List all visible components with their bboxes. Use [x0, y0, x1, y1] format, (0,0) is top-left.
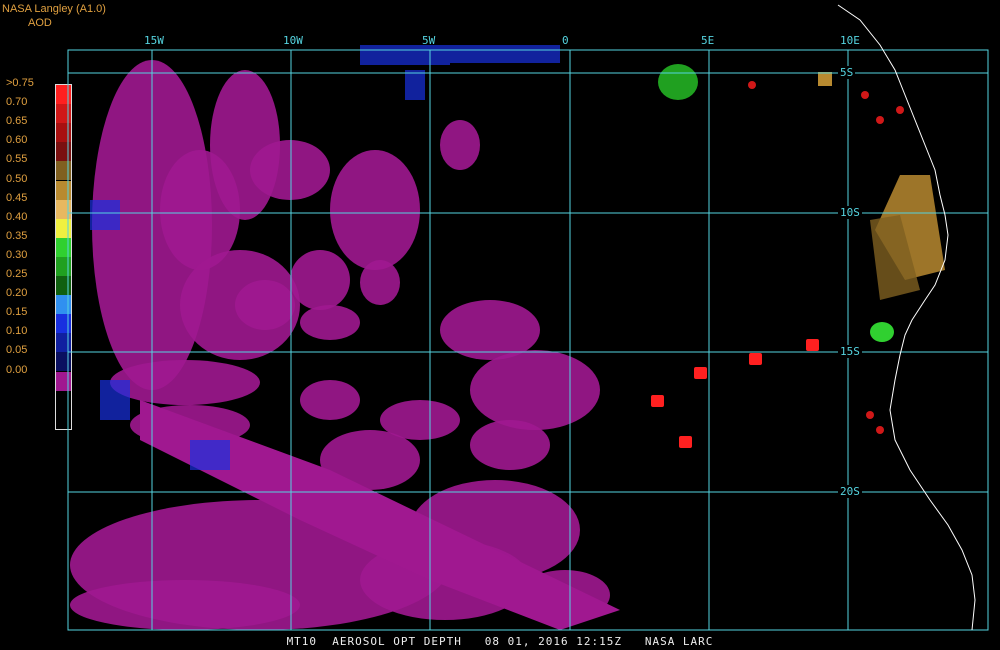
aod-patch — [470, 350, 600, 430]
aod-patch-blue — [90, 200, 120, 230]
aod-patch-blue — [450, 45, 560, 63]
latitude-label: 15S — [838, 345, 862, 358]
aod-high-pixel — [806, 339, 819, 351]
aod-dot — [876, 116, 884, 124]
latitude-label: 20S — [838, 485, 862, 498]
aod-dot — [748, 81, 756, 89]
aod-patch-green — [658, 64, 698, 100]
longitude-label: 10W — [283, 34, 303, 47]
aod-patch-blue — [190, 440, 230, 470]
longitude-label: 5E — [701, 34, 715, 47]
aerosol-field — [70, 45, 945, 630]
longitude-label: 10E — [840, 34, 860, 47]
aod-patch-blue — [100, 380, 130, 420]
aod-patch-green — [870, 322, 894, 342]
longitude-label: 15W — [144, 34, 164, 47]
latitude-label: 5S — [838, 66, 856, 79]
aod-patch-blue — [405, 70, 425, 100]
latitude-label: 10S — [838, 206, 862, 219]
africa-coastline — [837, 4, 976, 631]
aod-high-pixel — [749, 353, 762, 365]
aod-patch — [300, 380, 360, 420]
aod-dot — [896, 106, 904, 114]
aod-high-pixel — [694, 367, 707, 379]
aod-map — [67, 4, 989, 631]
aod-dot — [861, 91, 869, 99]
aod-patch — [110, 360, 260, 405]
aod-high-pixel — [651, 395, 664, 407]
aod-patch — [70, 580, 300, 630]
aod-patch — [380, 400, 460, 440]
aod-patch-blue — [360, 45, 450, 65]
aod-dot — [876, 426, 884, 434]
aod-dot — [866, 411, 874, 419]
longitude-label: 5W — [422, 34, 436, 47]
aod-patch — [300, 305, 360, 340]
aod-patch — [470, 420, 550, 470]
aod-patch — [440, 120, 480, 170]
aod-patch — [235, 280, 295, 330]
aod-high-pixel — [679, 436, 692, 448]
coastline — [837, 4, 976, 631]
longitude-label: 0 — [562, 34, 569, 47]
aod-patch — [360, 260, 400, 305]
aod-patch — [250, 140, 330, 200]
aod-smoke — [818, 72, 832, 86]
aod-patch — [290, 250, 350, 310]
aod-patch — [330, 150, 420, 270]
map-footer-caption: MT10 AEROSOL OPT DEPTH 08 01, 2016 12:15… — [286, 635, 714, 648]
